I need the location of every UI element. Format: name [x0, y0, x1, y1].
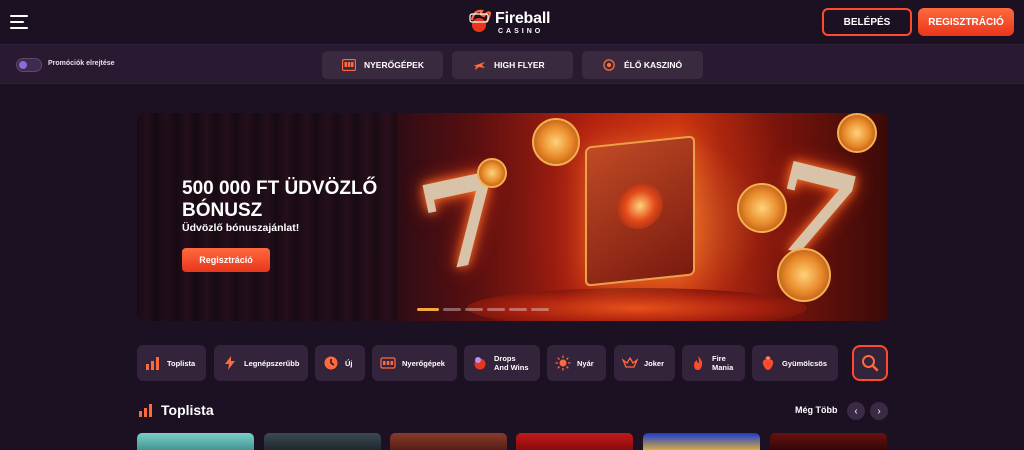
- plane-icon: [473, 62, 485, 70]
- category-popular[interactable]: Legnépszerűbb: [214, 345, 308, 381]
- gold-coin-image: [532, 118, 580, 166]
- category-fire-mania[interactable]: Fire Mania: [682, 345, 745, 381]
- slider-dot[interactable]: [465, 308, 483, 311]
- top-header: Fireball CASINO BELÉPÉS REGISZTRÁCIÓ: [0, 0, 1024, 44]
- category-label: Legnépszerűbb: [244, 358, 300, 368]
- category-joker[interactable]: Joker: [614, 345, 675, 381]
- category-label-line1: Fire: [712, 354, 726, 363]
- search-button[interactable]: [852, 345, 888, 381]
- game-thumbnail[interactable]: [264, 433, 381, 450]
- slider-dot[interactable]: [531, 308, 549, 311]
- slider-dot[interactable]: [443, 308, 461, 311]
- jester-icon: [622, 356, 638, 368]
- category-label: Nyerőgépek: [402, 358, 445, 368]
- carousel-prev-button[interactable]: ‹: [847, 402, 865, 420]
- gold-coin-image: [477, 158, 507, 188]
- logo-title: Fireball: [495, 10, 551, 27]
- lightning-icon: [225, 356, 235, 370]
- hamburger-menu-icon[interactable]: [10, 15, 28, 29]
- see-more-link[interactable]: Még Több: [795, 405, 838, 415]
- category-new[interactable]: Új: [315, 345, 365, 381]
- slot-machine-icon: [342, 59, 356, 71]
- gold-coin-image: [737, 183, 787, 233]
- category-label: Toplista: [167, 358, 196, 368]
- gift-box-image: [585, 135, 695, 287]
- carousel-next-button[interactable]: ›: [870, 402, 888, 420]
- category-label-line2: And Wins: [494, 363, 529, 372]
- game-thumbnail[interactable]: [516, 433, 633, 450]
- banner-subtitle: Üdvözlő bónuszajánlat!: [182, 222, 300, 234]
- game-thumbnail[interactable]: [137, 433, 254, 450]
- category-toplist[interactable]: Toplista: [137, 345, 206, 381]
- tab-slots[interactable]: NYERŐGÉPEK: [322, 51, 443, 79]
- category-slots[interactable]: Nyerőgépek: [372, 345, 457, 381]
- tab-slots-label: NYERŐGÉPEK: [364, 60, 424, 70]
- chart-icon: [139, 404, 152, 417]
- gold-coin-image: [837, 113, 877, 153]
- slider-dots: [417, 308, 549, 311]
- category-label: Fire Mania: [712, 354, 733, 372]
- tab-live-casino[interactable]: ÉLŐ KASZINÓ: [582, 51, 703, 79]
- section-title: Toplista: [161, 402, 214, 418]
- hide-promotions-toggle[interactable]: [16, 58, 42, 72]
- clock-icon: [324, 356, 338, 370]
- toggle-knob: [19, 61, 27, 69]
- tab-live-casino-label: ÉLŐ KASZINÓ: [624, 60, 683, 70]
- category-summer[interactable]: Nyár: [547, 345, 606, 381]
- pedestal-image: [467, 288, 807, 321]
- roulette-icon: [603, 59, 615, 71]
- slider-dot[interactable]: [509, 308, 527, 311]
- game-thumbnail[interactable]: [770, 433, 887, 450]
- slider-dot-active[interactable]: [417, 308, 439, 311]
- slider-dot[interactable]: [487, 308, 505, 311]
- tab-high-flyer-label: HIGH FLYER: [494, 60, 545, 70]
- category-label-line2: Mania: [712, 363, 734, 372]
- banner-register-button[interactable]: Regisztráció: [182, 248, 270, 272]
- chart-icon: [146, 357, 159, 370]
- promo-banner[interactable]: 7 7 500 000 FT ÜDVÖZLŐ BÓNUSZ Üdvözlő bó…: [137, 113, 888, 321]
- flame-icon: [694, 356, 703, 370]
- game-thumbnail[interactable]: [390, 433, 507, 450]
- category-fruits[interactable]: Gyümölcsös: [752, 345, 838, 381]
- gift-ornament: [617, 180, 663, 232]
- drops-icon: [474, 357, 486, 370]
- category-label: Drops And Wins: [494, 354, 529, 372]
- strawberry-icon: [762, 356, 774, 370]
- sun-icon: [555, 355, 571, 371]
- category-label: Joker: [644, 358, 665, 368]
- slot-machine-icon: [380, 357, 396, 369]
- category-bar: Promóciók elrejtése NYERŐGÉPEK HIGH FLYE…: [0, 44, 1024, 84]
- banner-title: 500 000 FT ÜDVÖZLŐ BÓNUSZ: [182, 178, 378, 221]
- search-icon: [862, 355, 879, 372]
- category-label: Új: [345, 358, 353, 368]
- category-label: Nyár: [577, 358, 594, 368]
- fireball-logo-icon: [469, 9, 492, 32]
- hide-promotions-label: Promóciók elrejtése: [48, 60, 115, 67]
- category-label-line1: Drops: [494, 354, 516, 363]
- category-drops-and-wins[interactable]: Drops And Wins: [464, 345, 540, 381]
- gold-coin-image: [777, 248, 831, 302]
- register-button[interactable]: REGISZTRÁCIÓ: [918, 8, 1014, 36]
- logo-subtitle: CASINO: [498, 28, 544, 35]
- game-thumbnail[interactable]: [643, 433, 760, 450]
- fireball-casino-logo[interactable]: Fireball CASINO: [468, 8, 568, 38]
- tab-high-flyer[interactable]: HIGH FLYER: [452, 51, 573, 79]
- category-label: Gyümölcsös: [782, 358, 828, 368]
- login-button[interactable]: BELÉPÉS: [822, 8, 912, 36]
